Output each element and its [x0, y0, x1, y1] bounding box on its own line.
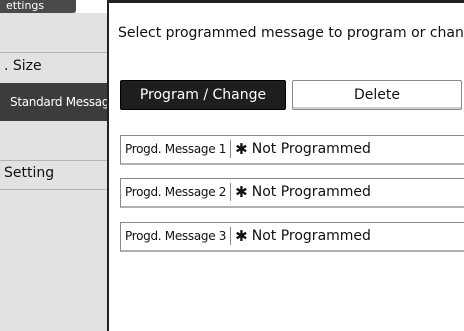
- message-row-2[interactable]: Progd. Message 2 ✱ Not Programmed: [120, 178, 464, 208]
- sidebar-item-size[interactable]: . Size: [0, 52, 107, 82]
- sidebar: ettings . Size Standard Message Setting: [0, 0, 107, 331]
- message-label: Progd. Message 1: [121, 140, 232, 158]
- message-row-3[interactable]: Progd. Message 3 ✱ Not Programmed: [120, 222, 464, 252]
- sidebar-item-setting[interactable]: Setting: [0, 160, 107, 190]
- asterisk-icon: ✱: [235, 183, 248, 201]
- asterisk-icon: ✱: [235, 227, 248, 245]
- sidebar-top-tab[interactable]: ettings: [0, 0, 76, 13]
- sidebar-item-standard-message[interactable]: Standard Message: [0, 83, 107, 121]
- sidebar-tab-notch: [76, 0, 107, 13]
- program-change-button[interactable]: Program / Change: [120, 80, 286, 110]
- message-status: Not Programmed: [251, 184, 371, 200]
- top-divider: [109, 0, 464, 3]
- message-label: Progd. Message 3: [121, 227, 232, 245]
- message-label: Progd. Message 2: [121, 183, 232, 201]
- main-panel: Select programmed message to program or …: [107, 0, 464, 331]
- message-status: Not Programmed: [251, 228, 371, 244]
- message-row-1[interactable]: Progd. Message 1 ✱ Not Programmed: [120, 135, 464, 165]
- message-status: Not Programmed: [251, 141, 371, 157]
- asterisk-icon: ✱: [235, 140, 248, 158]
- instruction-text: Select programmed message to program or …: [118, 25, 464, 41]
- delete-button[interactable]: Delete: [292, 80, 462, 110]
